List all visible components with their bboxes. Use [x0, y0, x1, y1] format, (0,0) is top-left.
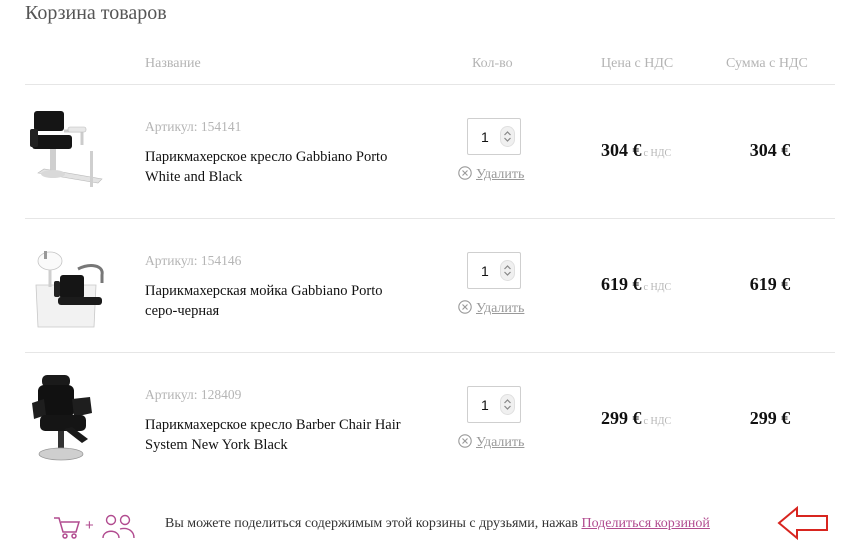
product-name[interactable]: Парикмахерская мойка Gabbiano Porto серо… [145, 281, 405, 321]
vat-note: с НДС [643, 148, 672, 159]
quantity-stepper[interactable]: 1 [467, 252, 521, 289]
vat-note: с НДС [643, 416, 672, 427]
delete-label[interactable]: Удалить [476, 435, 524, 450]
remove-circle-icon [458, 166, 472, 180]
left-arrow-icon [777, 505, 828, 541]
quantity-value[interactable]: 1 [481, 129, 489, 145]
quantity-spinner-icon[interactable] [500, 260, 515, 281]
item-total: 299 € [749, 408, 791, 428]
plus-sign: + [85, 517, 94, 534]
cart-row: Артикул: 154146 Парикмахерская мойка Gab… [0, 219, 855, 352]
remove-circle-icon [458, 300, 472, 314]
product-name[interactable]: Парикмахерское кресло Barber Chair Hair … [145, 415, 405, 455]
product-sku: Артикул: 128409 [145, 387, 242, 402]
price-value: 304 € [601, 140, 642, 160]
page-title: Корзина товаров [25, 2, 167, 24]
product-image-wash-unit [35, 251, 104, 328]
price-value: 619 € [601, 274, 642, 294]
delete-label[interactable]: Удалить [476, 301, 524, 316]
product-image-barber-chair [32, 375, 92, 461]
column-header-name: Название [145, 56, 201, 71]
item-price: 304 € с НДС [601, 140, 671, 161]
item-total: 619 € [749, 274, 791, 294]
item-total: 304 € [749, 140, 791, 160]
quantity-stepper[interactable]: 1 [467, 386, 521, 423]
cart-icon [54, 517, 81, 539]
delete-label[interactable]: Удалить [476, 167, 524, 182]
price-value: 299 € [601, 408, 642, 428]
share-cart-link[interactable]: Поделиться корзиной [581, 516, 709, 531]
product-name[interactable]: Парикмахерское кресло Gabbiano Porto Whi… [145, 147, 405, 187]
product-sku: Артикул: 154146 [145, 253, 242, 268]
cart-row: Артикул: 154141 Парикмахерское кресло Ga… [0, 85, 855, 218]
quantity-value[interactable]: 1 [481, 263, 489, 279]
vat-note: с НДС [643, 282, 672, 293]
share-description: Вы можете поделиться содержимым этой кор… [165, 516, 578, 531]
people-icon [102, 514, 135, 539]
item-price: 299 € с НДС [601, 408, 671, 429]
product-image-salon-chair [30, 111, 103, 187]
remove-circle-icon [458, 434, 472, 448]
share-cart-icons: + [54, 512, 138, 540]
delete-item-button[interactable]: Удалить [458, 166, 524, 183]
quantity-spinner-icon[interactable] [500, 394, 515, 415]
cart-row: Артикул: 128409 Парикмахерское кресло Ba… [0, 353, 855, 486]
share-cart-text: Вы можете поделиться содержимым этой кор… [165, 516, 710, 532]
quantity-stepper[interactable]: 1 [467, 118, 521, 155]
quantity-value[interactable]: 1 [481, 397, 489, 413]
delete-item-button[interactable]: Удалить [458, 300, 524, 317]
quantity-spinner-icon[interactable] [500, 126, 515, 147]
item-price: 619 € с НДС [601, 274, 671, 295]
product-sku: Артикул: 154141 [145, 119, 242, 134]
column-header-price: Цена с НДС [601, 56, 674, 71]
column-header-total: Сумма с НДС [726, 56, 808, 71]
delete-item-button[interactable]: Удалить [458, 434, 524, 451]
column-header-qty: Кол-во [472, 56, 513, 71]
